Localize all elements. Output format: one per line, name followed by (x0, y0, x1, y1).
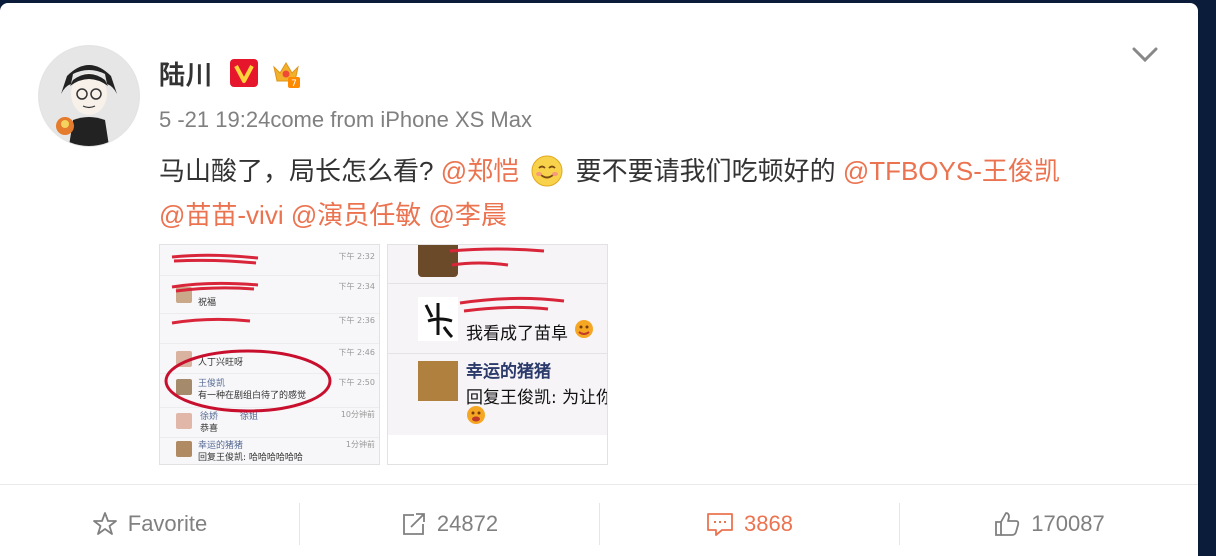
avatar-illustration (39, 46, 139, 146)
chat-time: 1分钟前 (345, 440, 375, 449)
chat-avatar (176, 441, 192, 457)
thumbs-up-icon (995, 512, 1020, 536)
chat-row: 祝福 下午 2:34 (160, 275, 379, 314)
calligraphy-avatar-icon (418, 297, 458, 341)
chat-message: 回复王俊凯: 哈哈哈哈哈哈 (198, 453, 303, 463)
comment-bubble-icon (707, 513, 733, 536)
mention-link[interactable]: @苗苗-vivi (159, 200, 284, 230)
chat-message: 我看成了苗阜 (466, 324, 568, 344)
chat-avatar (418, 361, 458, 401)
chat-time: 下午 2:32 (338, 252, 375, 261)
post-meta: 5 -21 19:24come from iPhone XS Max (159, 107, 532, 133)
redaction-scribble (171, 253, 259, 265)
like-count: 170087 (1031, 511, 1105, 536)
chat-time: 下午 2:50 (338, 378, 375, 387)
chat-row: 幸运的猪猪 回复王俊凯: 哈哈哈哈哈哈 1分钟前 (160, 437, 379, 464)
mention-link[interactable]: @TFBOYS-王俊凯 (843, 156, 1060, 186)
repost-count: 24872 (436, 511, 499, 536)
favorite-label: Favorite (127, 511, 208, 536)
mention-link[interactable]: @郑恺 (441, 156, 519, 186)
chat-row: 下午 2:36 (160, 313, 379, 344)
emoji-icon (467, 406, 485, 424)
emoji-icon (575, 320, 593, 338)
comment-button[interactable]: 3868 (600, 493, 899, 555)
redaction-scribble (171, 317, 251, 325)
crown-icon[interactable]: 7 (270, 57, 302, 89)
author-name[interactable]: 陆川 (159, 55, 213, 92)
post-image-thumbnail[interactable]: 下午 2:32 祝福 下午 2:34 下午 2:36 人丁兴旺呀 下午 2:46… (159, 244, 380, 465)
redaction-scribble (171, 281, 259, 293)
chat-time: 下午 2:46 (338, 348, 375, 357)
weibo-post-card: 陆川 7 5 -21 19:24come from iPhone XS Max … (0, 3, 1198, 556)
verified-v-icon (230, 59, 258, 87)
post-text: 马山酸了，局长怎么看? @郑恺 要不要请我们吃顿好的 @TFBOYS-王俊凯 @… (159, 149, 1169, 237)
chat-time: 10分钟前 (340, 410, 375, 419)
favorite-button[interactable]: Favorite (0, 493, 299, 555)
chat-row: 下午 2:32 (160, 245, 379, 276)
post-text-part: 要不要请我们吃顿好的 (575, 156, 843, 186)
like-button[interactable]: 170087 (900, 493, 1198, 555)
mention-link[interactable]: @李晨 (428, 200, 506, 230)
redaction-scribble (449, 247, 545, 267)
repost-button[interactable]: 24872 (300, 493, 599, 555)
star-icon (92, 512, 117, 535)
divider (388, 353, 607, 354)
redaction-scribble (459, 296, 565, 313)
divider (388, 283, 607, 284)
chat-time: 下午 2:36 (338, 316, 375, 325)
post-time[interactable]: 5 -21 19:24 (159, 107, 270, 132)
mention-link[interactable]: @演员任敏 (291, 200, 421, 230)
chat-name: 幸运的猪猪 (466, 362, 551, 382)
comment-count: 3868 (744, 511, 793, 536)
post-text-part: 马山酸了，局长怎么看? (159, 156, 434, 186)
svg-text:7: 7 (291, 79, 297, 89)
highlight-circle-annotation (164, 349, 332, 413)
image-bottom-area (388, 435, 607, 464)
chat-time: 下午 2:34 (338, 282, 375, 291)
chat-message: 恭喜 (200, 424, 219, 434)
chat-message: 回复王俊凯: 为让你 (466, 388, 608, 408)
action-bar-divider (0, 484, 1198, 485)
chevron-down-icon[interactable] (1130, 43, 1160, 67)
post-image-thumbnail[interactable]: 我看成了苗阜 幸运的猪猪 回复王俊凯: 为让你 (387, 244, 608, 465)
share-arrow-icon (403, 513, 425, 535)
post-source: come from iPhone XS Max (270, 107, 532, 132)
smile-emoji-icon (531, 155, 563, 187)
author-avatar[interactable] (38, 45, 140, 147)
